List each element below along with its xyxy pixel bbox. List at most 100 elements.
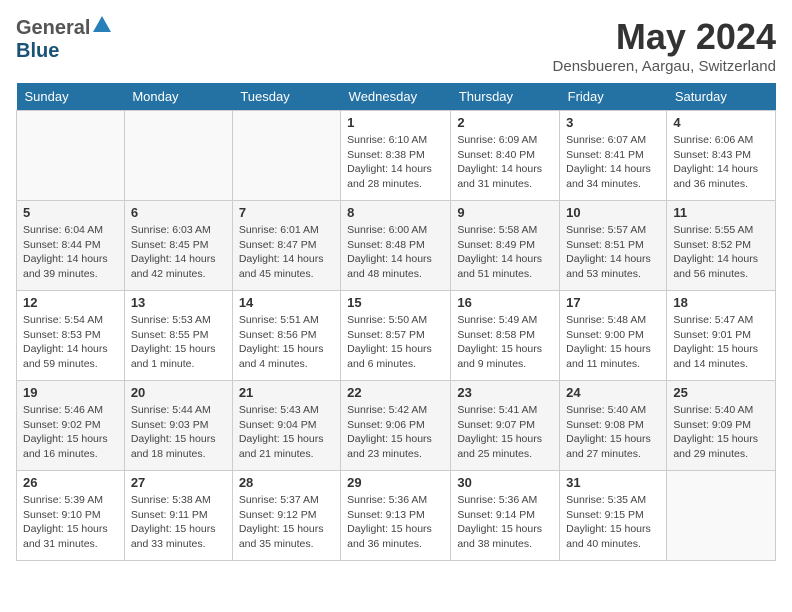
day-info: Sunrise: 6:00 AM Sunset: 8:48 PM Dayligh… <box>347 223 444 282</box>
day-info: Sunrise: 6:03 AM Sunset: 8:45 PM Dayligh… <box>131 223 226 282</box>
day-number: 31 <box>566 475 660 490</box>
day-number: 2 <box>457 115 553 130</box>
day-info: Sunrise: 5:48 AM Sunset: 9:00 PM Dayligh… <box>566 313 660 372</box>
day-info: Sunrise: 5:41 AM Sunset: 9:07 PM Dayligh… <box>457 403 553 462</box>
day-info: Sunrise: 5:38 AM Sunset: 9:11 PM Dayligh… <box>131 493 226 552</box>
logo-general: General <box>16 17 90 39</box>
calendar-cell: 31 Sunrise: 5:35 AM Sunset: 9:15 PM Dayli… <box>560 471 667 561</box>
calendar-cell: 11 Sunrise: 5:55 AM Sunset: 8:52 PM Dayli… <box>667 201 776 291</box>
logo-blue: Blue <box>16 40 59 62</box>
calendar-cell: 30 Sunrise: 5:36 AM Sunset: 9:14 PM Dayli… <box>451 471 560 561</box>
calendar-cell: 21 Sunrise: 5:43 AM Sunset: 9:04 PM Dayli… <box>232 381 340 471</box>
calendar-cell: 23 Sunrise: 5:41 AM Sunset: 9:07 PM Dayli… <box>451 381 560 471</box>
calendar-cell <box>232 111 340 201</box>
calendar-cell: 28 Sunrise: 5:37 AM Sunset: 9:12 PM Dayli… <box>232 471 340 561</box>
calendar-table: SundayMondayTuesdayWednesdayThursdayFrid… <box>16 83 776 561</box>
day-number: 30 <box>457 475 553 490</box>
calendar-cell: 22 Sunrise: 5:42 AM Sunset: 9:06 PM Dayli… <box>341 381 451 471</box>
day-number: 29 <box>347 475 444 490</box>
day-number: 26 <box>23 475 118 490</box>
day-info: Sunrise: 5:37 AM Sunset: 9:12 PM Dayligh… <box>239 493 334 552</box>
day-info: Sunrise: 5:36 AM Sunset: 9:13 PM Dayligh… <box>347 493 444 552</box>
calendar-cell: 9 Sunrise: 5:58 AM Sunset: 8:49 PM Daylig… <box>451 201 560 291</box>
calendar-cell: 16 Sunrise: 5:49 AM Sunset: 8:58 PM Dayli… <box>451 291 560 381</box>
month-title: May 2024 <box>553 16 776 58</box>
weekday-header: Saturday <box>667 83 776 111</box>
day-info: Sunrise: 5:46 AM Sunset: 9:02 PM Dayligh… <box>23 403 118 462</box>
day-info: Sunrise: 5:51 AM Sunset: 8:56 PM Dayligh… <box>239 313 334 372</box>
day-info: Sunrise: 5:36 AM Sunset: 9:14 PM Dayligh… <box>457 493 553 552</box>
calendar-week-row: 12 Sunrise: 5:54 AM Sunset: 8:53 PM Dayli… <box>17 291 776 381</box>
calendar-cell: 6 Sunrise: 6:03 AM Sunset: 8:45 PM Daylig… <box>124 201 232 291</box>
logo: General Blue <box>16 16 111 63</box>
calendar-cell: 24Sunrise: 5:40 AM Sunset: 9:08 PM Dayli… <box>560 381 667 471</box>
weekday-header: Sunday <box>17 83 125 111</box>
day-info: Sunrise: 6:04 AM Sunset: 8:44 PM Dayligh… <box>23 223 118 282</box>
day-number: 28 <box>239 475 334 490</box>
calendar-cell: 20Sunrise: 5:44 AM Sunset: 9:03 PM Dayli… <box>124 381 232 471</box>
day-info: Sunrise: 5:53 AM Sunset: 8:55 PM Dayligh… <box>131 313 226 372</box>
day-info: Sunrise: 5:43 AM Sunset: 9:04 PM Dayligh… <box>239 403 334 462</box>
calendar-cell <box>124 111 232 201</box>
calendar-cell: 13 Sunrise: 5:53 AM Sunset: 8:55 PM Dayli… <box>124 291 232 381</box>
day-info: Sunrise: 5:54 AM Sunset: 8:53 PM Dayligh… <box>23 313 118 372</box>
calendar-cell <box>667 471 776 561</box>
weekday-header: Tuesday <box>232 83 340 111</box>
day-number: 22 <box>347 385 444 400</box>
day-info: Sunrise: 5:57 AM Sunset: 8:51 PM Dayligh… <box>566 223 660 282</box>
day-info: Sunrise: 6:07 AM Sunset: 8:41 PM Dayligh… <box>566 133 660 192</box>
calendar-cell: 12 Sunrise: 5:54 AM Sunset: 8:53 PM Dayli… <box>17 291 125 381</box>
day-info: Sunrise: 6:09 AM Sunset: 8:40 PM Dayligh… <box>457 133 553 192</box>
day-number: 9 <box>457 205 553 220</box>
calendar-cell: 15 Sunrise: 5:50 AM Sunset: 8:57 PM Dayli… <box>341 291 451 381</box>
day-info: Sunrise: 5:50 AM Sunset: 8:57 PM Dayligh… <box>347 313 444 372</box>
calendar-cell: 2 Sunrise: 6:09 AM Sunset: 8:40 PM Daylig… <box>451 111 560 201</box>
day-number: 17 <box>566 295 660 310</box>
day-number: 5 <box>23 205 118 220</box>
calendar-cell: 26Sunrise: 5:39 AM Sunset: 9:10 PM Dayli… <box>17 471 125 561</box>
day-info: Sunrise: 5:40 AM Sunset: 9:08 PM Dayligh… <box>566 403 660 462</box>
calendar-cell: 7Sunrise: 6:01 AM Sunset: 8:47 PM Daylig… <box>232 201 340 291</box>
day-number: 23 <box>457 385 553 400</box>
day-number: 10 <box>566 205 660 220</box>
day-number: 4 <box>673 115 769 130</box>
title-area: May 2024 Densbueren, Aargau, Switzerland <box>553 16 776 75</box>
day-number: 11 <box>673 205 769 220</box>
day-number: 16 <box>457 295 553 310</box>
calendar-week-row: 5 Sunrise: 6:04 AM Sunset: 8:44 PM Daylig… <box>17 201 776 291</box>
day-info: Sunrise: 5:35 AM Sunset: 9:15 PM Dayligh… <box>566 493 660 552</box>
day-info: Sunrise: 5:49 AM Sunset: 8:58 PM Dayligh… <box>457 313 553 372</box>
page-header: General Blue May 2024 Densbueren, Aargau… <box>16 16 776 75</box>
day-info: Sunrise: 6:06 AM Sunset: 8:43 PM Dayligh… <box>673 133 769 192</box>
day-info: Sunrise: 5:47 AM Sunset: 9:01 PM Dayligh… <box>673 313 769 372</box>
calendar-cell: 27 Sunrise: 5:38 AM Sunset: 9:11 PM Dayli… <box>124 471 232 561</box>
calendar-header-row: SundayMondayTuesdayWednesdayThursdayFrid… <box>17 83 776 111</box>
day-number: 19 <box>23 385 118 400</box>
weekday-header: Friday <box>560 83 667 111</box>
weekday-header: Monday <box>124 83 232 111</box>
day-info: Sunrise: 5:58 AM Sunset: 8:49 PM Dayligh… <box>457 223 553 282</box>
day-info: Sunrise: 5:40 AM Sunset: 9:09 PM Dayligh… <box>673 403 769 462</box>
weekday-header: Thursday <box>451 83 560 111</box>
day-number: 8 <box>347 205 444 220</box>
weekday-header: Wednesday <box>341 83 451 111</box>
calendar-cell: 8 Sunrise: 6:00 AM Sunset: 8:48 PM Daylig… <box>341 201 451 291</box>
day-number: 25 <box>673 385 769 400</box>
day-info: Sunrise: 5:42 AM Sunset: 9:06 PM Dayligh… <box>347 403 444 462</box>
day-number: 21 <box>239 385 334 400</box>
calendar-cell: 5 Sunrise: 6:04 AM Sunset: 8:44 PM Daylig… <box>17 201 125 291</box>
calendar-cell: 1Sunrise: 6:10 AM Sunset: 8:38 PM Daylig… <box>341 111 451 201</box>
day-number: 1 <box>347 115 444 130</box>
day-number: 6 <box>131 205 226 220</box>
day-info: Sunrise: 5:55 AM Sunset: 8:52 PM Dayligh… <box>673 223 769 282</box>
calendar-cell: 19 Sunrise: 5:46 AM Sunset: 9:02 PM Dayli… <box>17 381 125 471</box>
calendar-week-row: 19 Sunrise: 5:46 AM Sunset: 9:02 PM Dayli… <box>17 381 776 471</box>
day-number: 15 <box>347 295 444 310</box>
day-number: 12 <box>23 295 118 310</box>
day-number: 20 <box>131 385 226 400</box>
calendar-cell <box>17 111 125 201</box>
day-number: 27 <box>131 475 226 490</box>
calendar-cell: 25 Sunrise: 5:40 AM Sunset: 9:09 PM Dayli… <box>667 381 776 471</box>
day-number: 13 <box>131 295 226 310</box>
calendar-cell: 18Sunrise: 5:47 AM Sunset: 9:01 PM Dayli… <box>667 291 776 381</box>
